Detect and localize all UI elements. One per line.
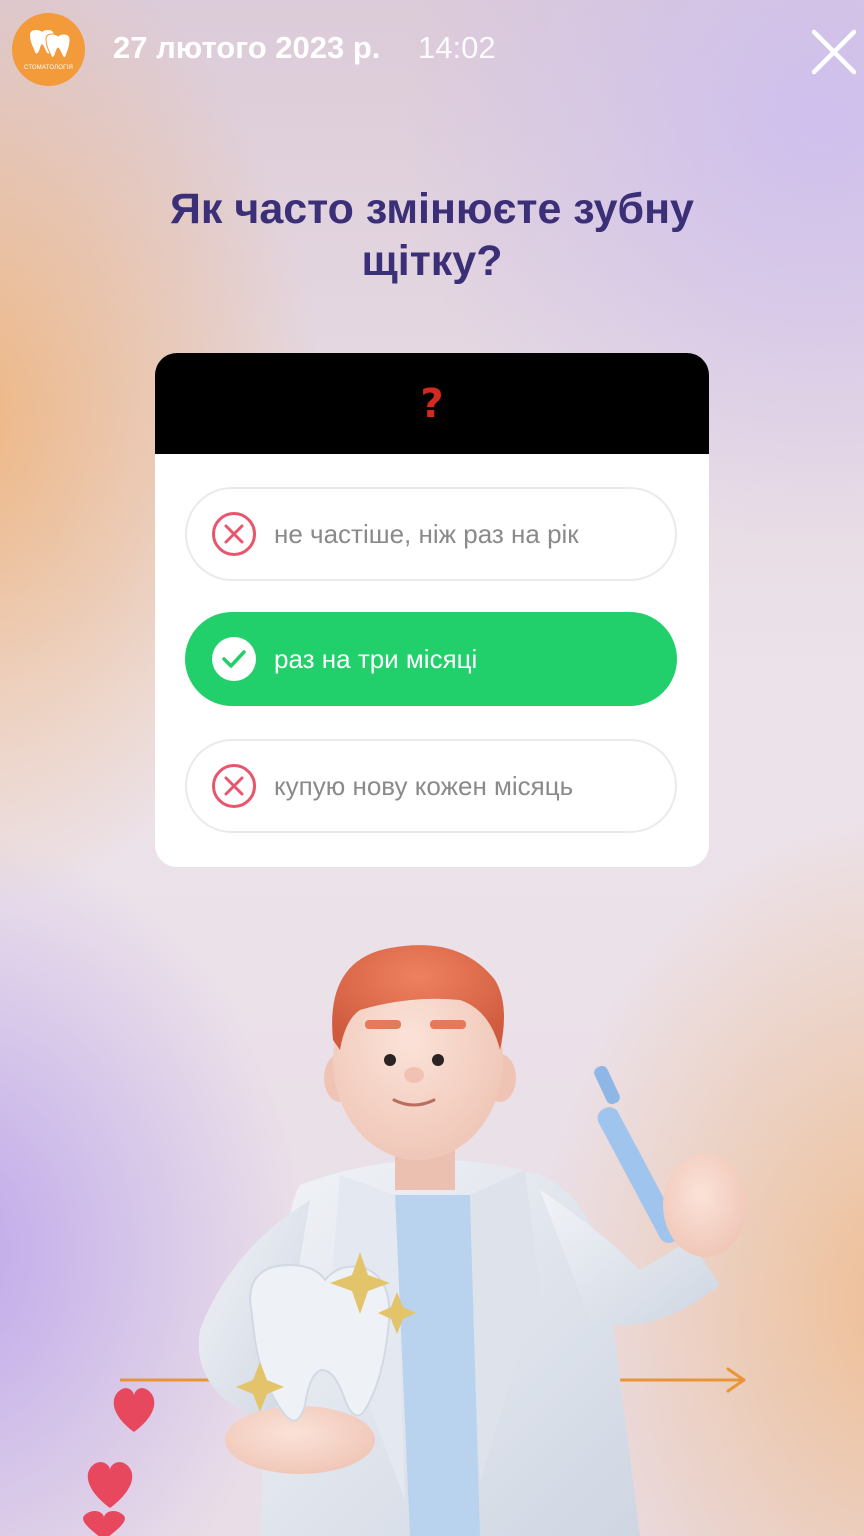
- dentist-illustration: [83, 945, 747, 1536]
- x-circle-icon: [212, 512, 256, 556]
- quiz-option-1[interactable]: не частіше, ніж раз на рік: [185, 487, 677, 581]
- quiz-option-label: не частіше, ніж раз на рік: [274, 518, 579, 549]
- profile-avatar[interactable]: СТОМАТОЛОГІЯ: [12, 13, 85, 86]
- quiz-card: ? не частіше, ніж раз на рік раз на три …: [155, 353, 709, 867]
- quiz-option-label: купую нову кожен місяць: [274, 770, 574, 801]
- close-button[interactable]: [806, 24, 862, 80]
- story-time: 14:02: [418, 30, 496, 65]
- x-circle-icon: [212, 764, 256, 808]
- heart-icon: [83, 1388, 155, 1536]
- story-date: 27 лютого 2023 р.: [113, 30, 381, 65]
- tooth-logo-icon: [29, 29, 71, 58]
- quiz-option-2[interactable]: раз на три місяці: [185, 612, 677, 706]
- quiz-header: ?: [155, 353, 709, 454]
- check-circle-icon: [212, 637, 256, 681]
- close-icon: [811, 29, 857, 75]
- quiz-option-label: раз на три місяці: [274, 643, 478, 674]
- quiz-option-3[interactable]: купую нову кожен місяць: [185, 739, 677, 833]
- avatar-caption: СТОМАТОЛОГІЯ: [24, 64, 73, 71]
- quiz-question: Як часто змінюєте зубну щітку?: [170, 185, 694, 285]
- question-mark-icon: ?: [420, 380, 444, 427]
